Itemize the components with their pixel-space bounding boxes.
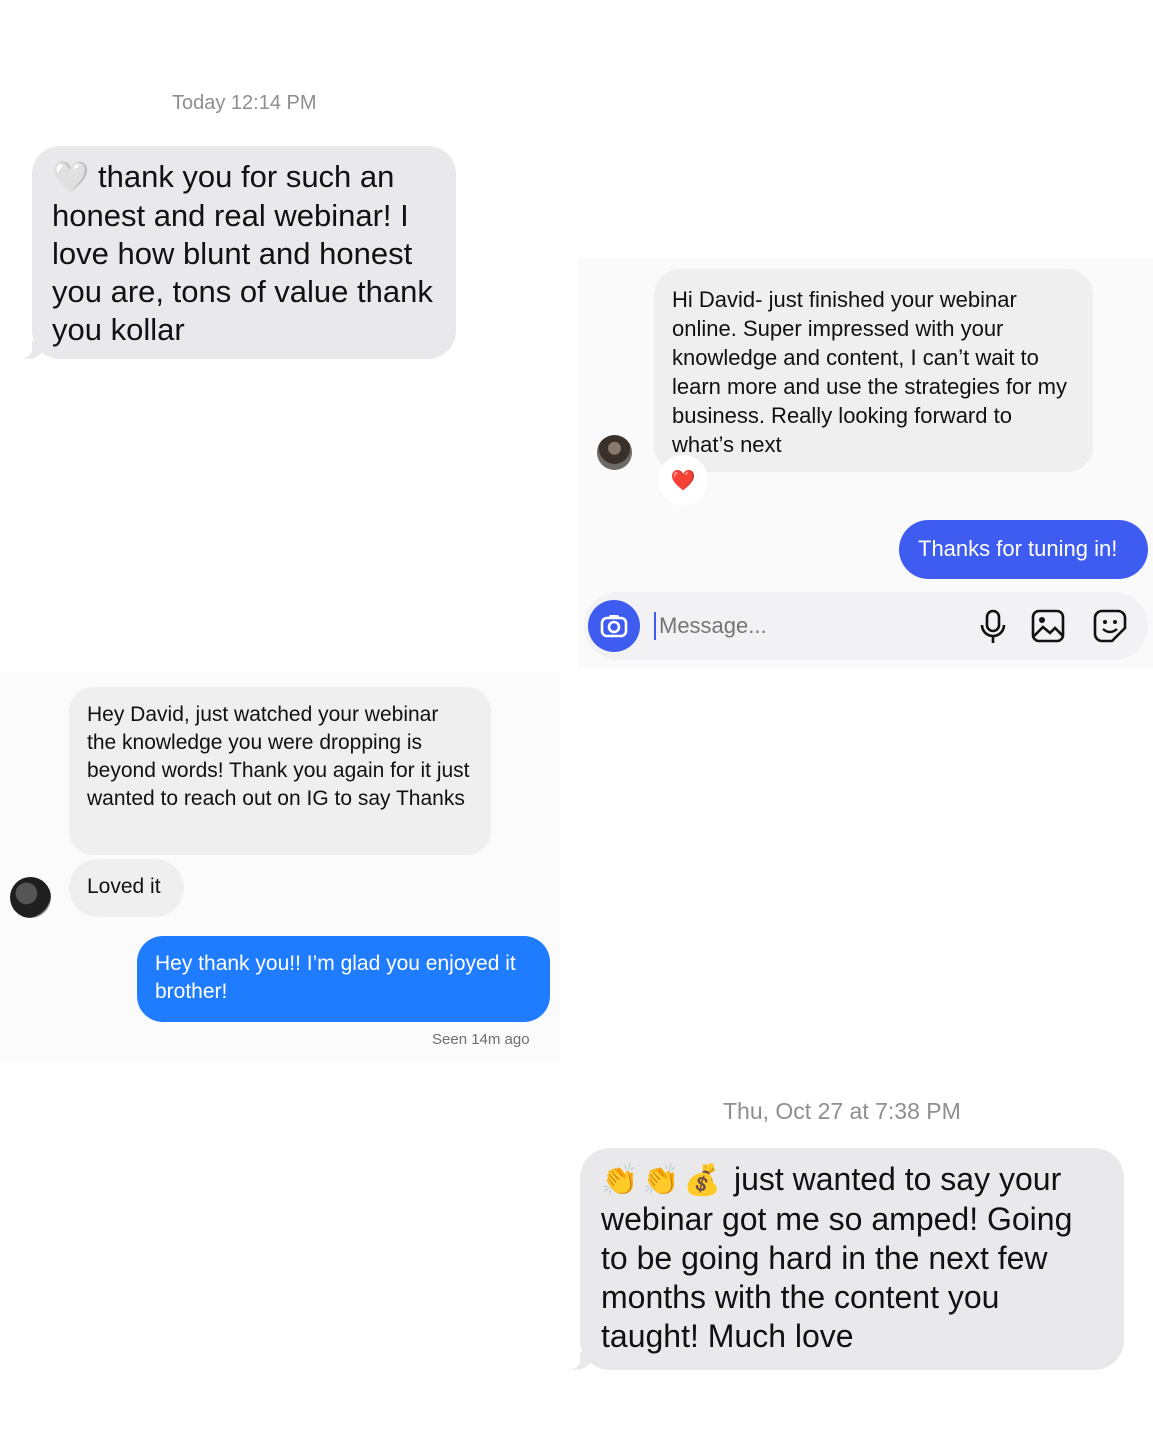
microphone-button[interactable] (976, 608, 1010, 646)
red-heart-icon: ❤️ (670, 468, 696, 492)
sender-avatar[interactable] (597, 435, 632, 470)
message-input[interactable] (657, 608, 921, 644)
instagram-dm-panel: Hi David- just finished your webinar onl… (578, 258, 1153, 668)
message-text: Hey David, just watched your webinar the… (87, 703, 470, 810)
clapping-hands-icon: 👏👏💰 (601, 1163, 726, 1198)
message-text: thank you for such an honest and real we… (52, 159, 433, 347)
outgoing-message[interactable]: Hey thank you!! I’m glad you enjoyed it … (137, 936, 550, 1022)
message-text: Hey thank you!! I’m glad you enjoyed it … (155, 952, 516, 1003)
outgoing-message[interactable]: Thanks for tuning in! (899, 520, 1148, 579)
message-text: Thanks for tuning in! (918, 536, 1118, 561)
reaction-badge[interactable]: ❤️ (661, 458, 705, 502)
incoming-message[interactable]: Loved it (69, 859, 184, 917)
white-heart-icon: 🤍 (52, 160, 90, 195)
sender-avatar[interactable] (10, 877, 51, 918)
gallery-icon (1031, 609, 1065, 643)
timestamp: Today 12:14 PM (172, 92, 317, 114)
message-composer (584, 592, 1148, 660)
cursor (654, 612, 656, 640)
camera-icon (600, 615, 628, 638)
instagram-dm-panel-2: Hey David, just watched your webinar the… (0, 672, 560, 1062)
message-text: Hi David- just finished your webinar onl… (672, 287, 1067, 457)
camera-button[interactable] (588, 600, 640, 652)
sticker-button[interactable] (1092, 608, 1128, 644)
incoming-message[interactable]: 🤍 thank you for such an honest and real … (14, 146, 456, 359)
sticker-icon (1093, 609, 1127, 643)
gallery-button[interactable] (1030, 608, 1066, 644)
message-text: Loved it (87, 875, 161, 898)
seen-status: Seen 14m ago (432, 1031, 530, 1048)
incoming-message[interactable]: Hi David- just finished your webinar onl… (654, 269, 1093, 472)
timestamp: Thu, Oct 27 at 7:38 PM (723, 1098, 961, 1124)
microphone-icon (980, 609, 1006, 643)
imessage-panel-2: Thu, Oct 27 at 7:38 PM 👏👏💰 just wanted t… (560, 1060, 1153, 1439)
incoming-message[interactable]: 👏👏💰 just wanted to say your webinar got … (562, 1148, 1124, 1370)
imessage-panel-1: Today 12:14 PM 🤍 thank you for such an h… (0, 60, 560, 390)
incoming-message[interactable]: Hey David, just watched your webinar the… (69, 687, 491, 855)
